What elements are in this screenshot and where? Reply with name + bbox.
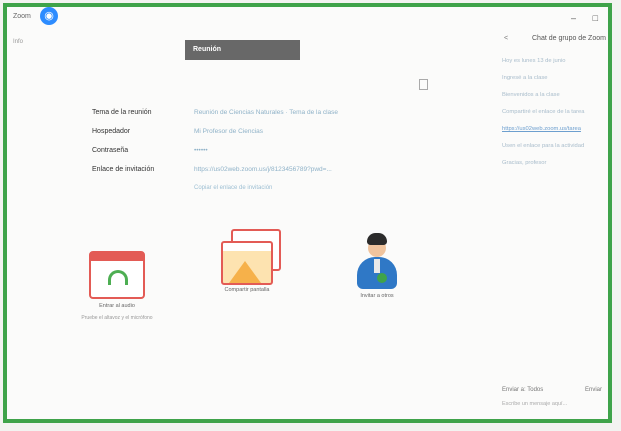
maximize-button[interactable]: □: [593, 13, 598, 23]
chat-recipient-label[interactable]: Enviar a: Todos: [502, 387, 543, 393]
title-bar: Zoom ◉ – □: [7, 7, 608, 29]
chat-title: Chat de grupo de Zoom: [532, 35, 606, 42]
meeting-banner: Reunión: [185, 40, 300, 60]
window-title: Zoom: [13, 13, 31, 20]
menu-info[interactable]: Info: [13, 39, 23, 45]
chat-recipient-select[interactable]: Enviar a: Todos Enviar: [502, 387, 602, 393]
info-value: Mi Profesor de Ciencias: [194, 128, 263, 135]
chat-message: Usen el enlace para la actividad: [502, 143, 585, 149]
chat-message-input[interactable]: Escribe un mensaje aquí...: [502, 401, 567, 407]
chat-panel: < Chat de grupo de Zoom Hoy es lunes 13 …: [494, 29, 606, 409]
copy-invite-link[interactable]: Copiar el enlace de invitación: [194, 185, 272, 191]
window-controls: – □: [557, 13, 598, 23]
info-label: Hospedador: [92, 128, 131, 135]
chat-messages: Hoy es lunes 13 de junio Ingresé a la cl…: [502, 57, 602, 176]
zoom-logo-icon: ◉: [40, 7, 58, 25]
tile-label: Compartir pantalla: [224, 287, 270, 293]
chat-message: Bienvenidos a la clase: [502, 92, 560, 98]
info-label: Enlace de invitación: [92, 166, 155, 173]
chat-message: Gracias, profesor: [502, 160, 547, 166]
info-row-password: Contraseña ••••••: [92, 141, 422, 160]
app-window: Zoom ◉ – □ Info Reunión Tema de la reuni…: [3, 3, 612, 423]
chat-message: Hoy es lunes 13 de junio: [502, 58, 566, 64]
info-label: Contraseña: [92, 147, 129, 154]
info-row-topic: Tema de la reunión Reunión de Ciencias N…: [92, 103, 422, 122]
meeting-info-panel: Tema de la reunión Reunión de Ciencias N…: [92, 103, 422, 191]
person-icon: [355, 231, 399, 289]
send-button[interactable]: Enviar: [585, 387, 602, 393]
minimize-button[interactable]: –: [571, 13, 576, 23]
tile-label: Entrar al audio: [99, 303, 135, 309]
invite-link[interactable]: https://us02web.zoom.us/j/8123456789?pwd…: [194, 166, 332, 173]
chat-message: Compartiré el enlace de la tarea: [502, 109, 585, 115]
info-value: Reunión de Ciencias Naturales · Tema de …: [194, 109, 339, 116]
invite-others-tile[interactable]: Invitar a otros: [327, 231, 427, 299]
action-tiles: Entrar al audio Pruebe el altavoz y el m…: [67, 229, 427, 353]
info-label: Tema de la reunión: [92, 109, 152, 116]
share-screen-tile[interactable]: Compartir pantalla: [197, 229, 297, 293]
info-value: ••••••: [194, 147, 208, 154]
tile-label: Invitar a otros: [360, 293, 394, 299]
info-row-host: Hospedador Mi Profesor de Ciencias: [92, 122, 422, 141]
info-row-invite-link: Enlace de invitación https://us02web.zoo…: [92, 160, 422, 179]
share-screen-icon: [215, 229, 281, 285]
join-audio-tile[interactable]: Entrar al audio Pruebe el altavoz y el m…: [67, 243, 167, 322]
chat-link[interactable]: https://us02web.zoom.us/tarea: [502, 125, 602, 133]
back-arrow-icon[interactable]: <: [504, 35, 508, 42]
chat-message: Ingresé a la clase: [502, 75, 548, 81]
headphones-icon: [89, 251, 145, 299]
tile-sublabel[interactable]: Pruebe el altavoz y el micrófono: [67, 315, 167, 322]
copy-icon[interactable]: [419, 79, 428, 90]
